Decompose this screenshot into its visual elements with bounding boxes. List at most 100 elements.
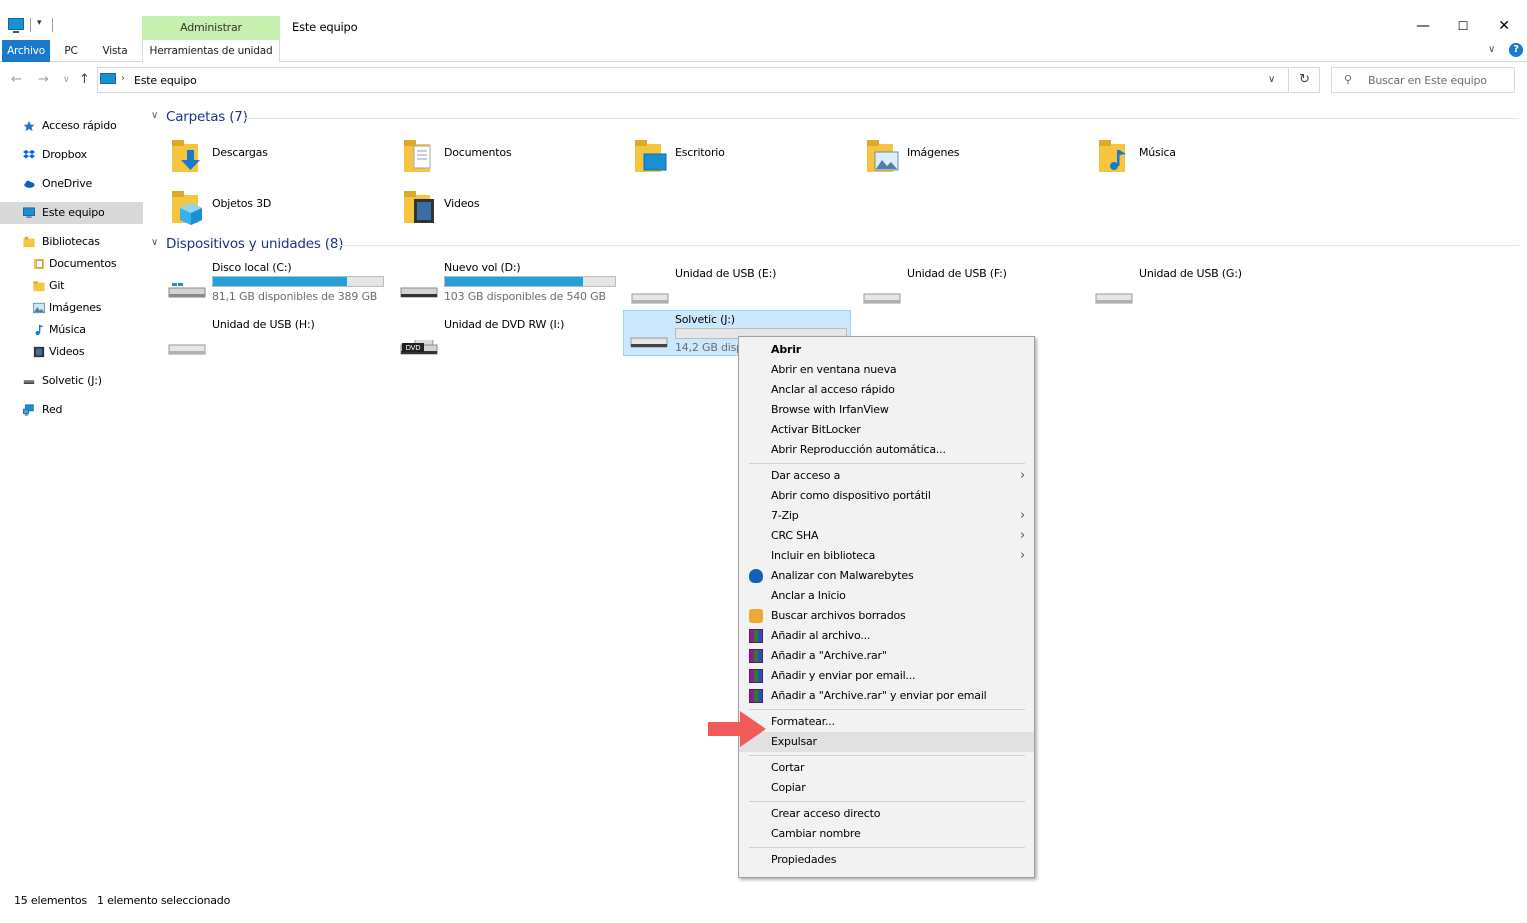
menu-item-7-zip[interactable]: 7-Zip › [739,506,1034,526]
menu-item-abrir[interactable]: Abrir [739,340,1034,360]
drive-usb-f[interactable]: Unidad de USB (F:) [855,267,1080,315]
drive-disco-local-c[interactable]: Disco local (C:) 81,1 GB disponibles de … [160,261,385,309]
drive-usage-fill [445,277,583,286]
menu-item-anadir-a-archive-rar-y-enviar-por-email[interactable]: Añadir a "Archive.rar" y enviar por emai… [739,686,1034,706]
folder-imagenes[interactable]: Imágenes [855,136,1075,184]
red-arrow-annotation [708,711,766,747]
pictures-folder-icon [867,140,899,172]
address-bar[interactable] [97,67,1289,93]
sidebar-item-label: Este equipo [42,206,105,219]
sidebar-item-imagenes[interactable]: Imágenes [0,297,143,319]
menu-item-anclar-a-inicio[interactable]: Anclar a Inicio [739,586,1034,606]
menu-item-abrir-en-ventana-nueva[interactable]: Abrir en ventana nueva [739,360,1034,380]
quick-access-dropdown-icon[interactable]: ▾ [37,18,42,28]
menu-item-analizar-con-malwarebytes[interactable]: Analizar con Malwarebytes [739,566,1034,586]
sidebar-item-videos[interactable]: Videos [0,341,143,363]
menu-item-dar-acceso-a[interactable]: Dar acceso a › [739,466,1034,486]
drives-section-header[interactable]: ∨ Dispositivos y unidades (8) [151,236,344,256]
maximize-button[interactable]: ☐ [1443,12,1483,40]
tab-archivo[interactable]: Archivo [2,40,50,62]
folder-descargas[interactable]: Descargas [160,136,380,184]
menu-item-cambiar-nombre[interactable]: Cambiar nombre [739,824,1034,844]
menu-separator [749,847,1025,848]
menu-item-anadir-a-archive-rar[interactable]: Añadir a "Archive.rar" [739,646,1034,666]
winrar-icon [749,669,763,683]
chevron-down-icon[interactable]: ∨ [1268,74,1275,85]
folder-escritorio[interactable]: Escritorio [623,136,843,184]
menu-item-crc-sha[interactable]: CRC SHA › [739,526,1034,546]
forward-arrow-icon[interactable]: → [38,72,49,87]
expand-ribbon-icon[interactable]: ∨ [1488,44,1495,55]
drive-usb-e[interactable]: Unidad de USB (E:) [623,267,848,315]
menu-item-crear-acceso-directo[interactable]: Crear acceso directo [739,804,1034,824]
cloud-icon [24,180,35,188]
tab-herramientas-de-unidad[interactable]: Herramientas de unidad [142,40,280,62]
folder-documentos[interactable]: Documentos [392,136,612,184]
context-tab-administrar[interactable]: Administrar [142,16,280,40]
menu-item-label: Cortar [771,761,805,774]
sidebar-item-onedrive[interactable]: OneDrive [0,173,143,195]
menu-item-label: Añadir a "Archive.rar" [771,649,887,662]
breadcrumb[interactable]: Este equipo [134,74,197,87]
menu-item-anadir-y-enviar-por-email[interactable]: Añadir y enviar por email... [739,666,1034,686]
drive-usb-g[interactable]: Unidad de USB (G:) [1087,267,1312,315]
music-folder-icon [1099,140,1126,172]
usb-drive-icon [23,380,35,384]
menu-item-buscar-archivos-borrados[interactable]: Buscar archivos borrados [739,606,1034,626]
refresh-button[interactable]: ↻ [1290,67,1320,93]
menu-item-browse-with-irfanview[interactable]: Browse with IrfanView [739,400,1034,420]
recent-locations-icon[interactable]: ∨ [63,75,70,85]
document-icon [33,258,45,270]
sidebar-item-este-equipo[interactable]: Este equipo [0,202,143,224]
sidebar-item-dropbox[interactable]: Dropbox [0,144,143,166]
menu-item-formatear[interactable]: Formatear... [739,712,1034,732]
folder-icon [33,281,45,292]
drive-usb-h[interactable]: Unidad de USB (H:) [160,318,385,366]
usb-drive-icon [630,337,668,348]
sidebar-item-label: Música [49,323,86,336]
minimize-button[interactable]: — [1403,12,1443,40]
sidebar-item-solvetic[interactable]: Solvetic (J:) [0,370,143,392]
menu-item-copiar[interactable]: Copiar [739,778,1034,798]
tab-vista[interactable]: Vista [98,40,132,62]
menu-item-abrir-reproduccion-automatica[interactable]: Abrir Reproducción automática... [739,440,1034,460]
breadcrumb-chevron-icon[interactable]: › [121,73,125,84]
tab-pc[interactable]: PC [58,40,84,62]
folder-musica[interactable]: Música [1087,136,1307,184]
menu-separator [749,801,1025,802]
sidebar-item-documentos[interactable]: Documentos [0,253,143,275]
sidebar-item-red[interactable]: Red [0,399,143,421]
sidebar-item-musica[interactable]: Música [0,319,143,341]
menu-item-anadir-al-archivo[interactable]: Añadir al archivo... [739,626,1034,646]
close-button[interactable]: ✕ [1484,12,1524,40]
drive-icon [400,287,438,298]
menu-item-label: Buscar archivos borrados [771,609,906,622]
folder-objetos-3d[interactable]: Objetos 3D [160,187,380,235]
drive-dvd-rw-i[interactable]: DVD Unidad de DVD RW (I:) [392,318,617,366]
drive-nuevo-vol-d[interactable]: Nuevo vol (D:) 103 GB disponibles de 540… [392,261,617,309]
library-icon [23,236,35,248]
folder-videos[interactable]: Videos [392,187,612,235]
menu-item-abrir-como-dispositivo-portatil[interactable]: Abrir como dispositivo portátil [739,486,1034,506]
usb-drive-icon [1095,293,1133,304]
sidebar-item-label: Red [42,403,63,416]
menu-item-label: Propiedades [771,853,837,866]
sidebar-item-bibliotecas[interactable]: Bibliotecas [0,231,143,253]
menu-item-activar-bitlocker[interactable]: Activar BitLocker [739,420,1034,440]
menu-item-label: Anclar a Inicio [771,589,846,602]
menu-item-propiedades[interactable]: Propiedades [739,850,1034,870]
sidebar-item-git[interactable]: Git [0,275,143,297]
menu-item-expulsar[interactable]: Expulsar [739,732,1034,752]
help-icon[interactable]: ? [1509,43,1523,57]
menu-item-incluir-en-biblioteca[interactable]: Incluir en biblioteca › [739,546,1034,566]
menu-item-label: Anclar al acceso rápido [771,383,895,396]
menu-item-cortar[interactable]: Cortar [739,758,1034,778]
up-arrow-icon[interactable]: ↑ [79,72,90,87]
sidebar-item-acceso-rapido[interactable]: Acceso rápido [0,115,143,137]
folders-section-header[interactable]: ∨ Carpetas (7) [151,109,248,129]
back-arrow-icon[interactable]: ← [11,72,22,87]
search-icon: ⚲ [1344,73,1352,86]
sidebar-item-label: Videos [49,345,85,358]
menu-item-anclar-al-acceso-rapido[interactable]: Anclar al acceso rápido [739,380,1034,400]
menu-item-label: Abrir en ventana nueva [771,363,897,376]
